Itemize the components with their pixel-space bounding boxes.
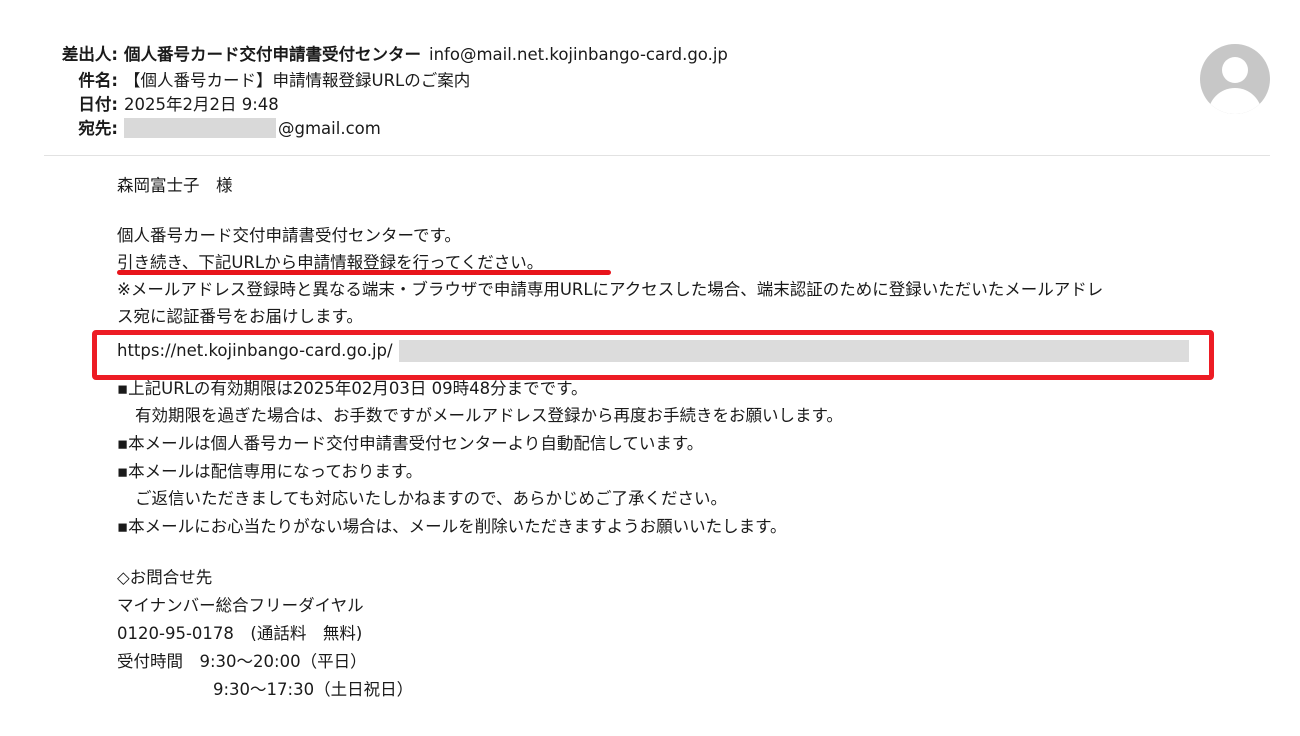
hours-line-1: 受付時間 9:30〜20:00（平日） (117, 652, 367, 671)
email-header: 差出人: 個人番号カード交付申請書受付センター info@mail.net.koj… (0, 42, 1300, 152)
note-line-1: ※メールアドレス登録時と異なる端末・ブラウザで申請専用URLにアクセスした場合、… (117, 280, 1104, 299)
sender-name[interactable]: 個人番号カード交付申請書受付センター (124, 45, 421, 64)
from-label: 差出人: (61, 45, 118, 64)
header-divider (44, 155, 1270, 156)
redacted-recipient (124, 117, 276, 138)
to-label: 宛先: (78, 119, 118, 138)
recipient-email-suffix: @gmail.com (278, 119, 381, 138)
greeting: 森岡富士子 様 (117, 176, 233, 195)
note-line-2: ス宛に認証番号をお届けします。 (117, 307, 363, 326)
bullet-1-line-2: 有効期限を過ぎた場合は、お手数ですがメールアドレス登録から再度お手続きをお願いし… (135, 406, 843, 425)
intro-text: 個人番号カード交付申請書受付センターです。 (117, 226, 461, 245)
person-icon[interactable] (1200, 44, 1270, 114)
contact-phone: 0120-95-0178 (通話料 無料) (117, 624, 363, 643)
contact-name: マイナンバー総合フリーダイヤル (117, 596, 364, 615)
hours-line-2: 9:30〜17:30（土日祝日） (213, 680, 414, 699)
from-value: 個人番号カード交付申請書受付センター info@mail.net.kojinban… (124, 42, 728, 68)
to-value[interactable]: @gmail.com (124, 116, 381, 142)
date-label: 日付: (78, 95, 118, 114)
bullet-3-line-2: ご返信いただきましても対応いたしかねますので、あらかじめご了承ください。 (135, 489, 728, 508)
avatar-head (1222, 57, 1248, 83)
redacted-url-part (399, 340, 1189, 362)
bullet-2: ▪本メールは個人番号カード交付申請書受付センターより自動配信しています。 (117, 434, 704, 453)
sender-email[interactable]: info@mail.net.kojinbango-card.go.jp (429, 45, 728, 64)
date-value: 2025年2月2日 9:48 (124, 95, 279, 114)
bullet-1-line-1: ▪上記URLの有効期限は2025年02月03日 09時48分までです。 (117, 379, 588, 398)
subject-value: 【個人番号カード】申請情報登録URLのご案内 (124, 71, 471, 90)
registration-url-link[interactable]: https://net.kojinbango-card.go.jp/ (117, 337, 393, 365)
avatar-shoulders (1208, 88, 1262, 114)
bullet-4: ▪本メールにお心当たりがない場合は、メールを削除いただきますようお願いいたします… (117, 517, 787, 536)
red-underline-highlight (117, 270, 611, 275)
bullet-3-line-1: ▪本メールは配信専用になっております。 (117, 462, 423, 481)
contact-heading: ◇お問合せ先 (117, 568, 213, 587)
subject-label: 件名: (78, 71, 118, 90)
